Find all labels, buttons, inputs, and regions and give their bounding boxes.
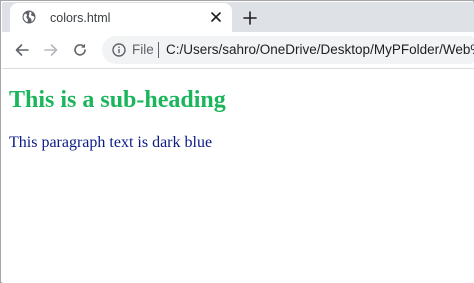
- arrow-left-icon[interactable]: [12, 40, 32, 60]
- chip-divider: [158, 42, 159, 58]
- reload-icon[interactable]: [70, 40, 90, 60]
- arrow-right-icon[interactable]: [41, 40, 61, 60]
- paragraph: This paragraph text is dark blue: [9, 134, 213, 151]
- address-bar[interactable]: File C:/Users/sahro/OneDrive/Desktop/MyP…: [102, 36, 474, 64]
- sub-heading: This is a sub-heading: [9, 87, 226, 113]
- close-icon[interactable]: [208, 9, 224, 25]
- browser-window: colors.html File C:/Users/sahro/OneDrive…: [0, 0, 474, 283]
- tab-strip: colors.html: [2, 2, 474, 32]
- tab-colors-html[interactable]: colors.html: [10, 3, 232, 32]
- tab-title: colors.html: [50, 11, 111, 25]
- url-text[interactable]: C:/Users/sahro/OneDrive/Desktop/MyPFolde…: [166, 42, 474, 58]
- origin-chip: File: [132, 42, 154, 57]
- browser-toolbar: File C:/Users/sahro/OneDrive/Desktop/MyP…: [2, 32, 474, 69]
- info-icon[interactable]: [112, 43, 126, 57]
- plus-icon[interactable]: [240, 8, 260, 28]
- globe-icon: [22, 10, 36, 24]
- page-content: This is a sub-heading This paragraph tex…: [2, 69, 474, 283]
